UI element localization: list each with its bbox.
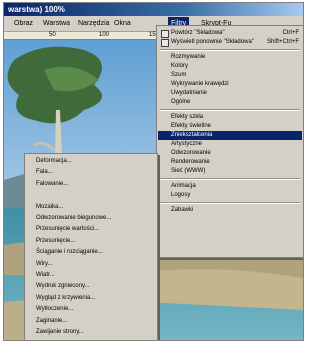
filters-menu: Powtórz "Składowa" Ctrl+F Wyświetl ponowni…	[156, 25, 303, 258]
menu-item-label: Szum	[171, 72, 187, 78]
distorts-item-wiatr[interactable]: Wiatr...	[26, 271, 166, 280]
menu-item-label: Efekty świetlne	[171, 123, 212, 129]
distorts-item-wiry[interactable]: Wiry...	[26, 260, 166, 269]
filter-icon	[161, 39, 169, 47]
filters-item-powtorz-sk-adowa[interactable]: Powtórz "Składowa" Ctrl+F	[158, 29, 302, 38]
filters-item-renderowanie[interactable]: Renderowanie	[158, 158, 302, 167]
menu-item-label: Odwzorowanie	[171, 150, 211, 156]
menu-item-label: Uwydatnianie	[171, 90, 208, 96]
filters-item-logosy[interactable]: Logosy	[158, 191, 302, 200]
menu-item-label: Powtórz "Składowa"	[171, 30, 225, 36]
menu-item-label: Zabawki	[171, 207, 194, 213]
menu-item-label: Wyświetl ponownie "Składowa"	[171, 39, 254, 45]
distorts-item-przesuniecie[interactable]: Przesunięcie...	[26, 237, 166, 246]
menu-separator	[160, 202, 300, 204]
distorts-item-mozaika[interactable]: Mozaika...	[26, 203, 166, 212]
distorts-item-disabled	[26, 191, 166, 200]
filters-item-odwzorowanie[interactable]: Odwzorowanie	[158, 149, 302, 158]
filter-icon	[161, 30, 169, 38]
filters-item-ogolne[interactable]: Ogólne	[158, 98, 302, 107]
menu-separator	[160, 49, 300, 51]
menu-item-label: Animacja	[171, 183, 196, 189]
distorts-item-falowanie[interactable]: Falowanie...	[26, 180, 166, 189]
filters-item-siec-www[interactable]: Sieć (WWW)	[158, 167, 302, 176]
window-title: warstwa) 100%	[8, 5, 65, 14]
distorts-item-sciaganie-i-rozciaganie[interactable]: Ściąganie i rozciąganie...	[26, 248, 166, 257]
filters-item-szum[interactable]: Szum	[158, 71, 302, 80]
menu-item-label: Rozmywanie	[171, 54, 206, 60]
menu-item-label: Sieć (WWW)	[171, 168, 206, 174]
ruler-tick: 100	[99, 32, 110, 38]
distorts-item-przesuniecie-wartosci[interactable]: Przesunięcie wartości...	[26, 225, 166, 234]
menu-warstwa[interactable]: Warstwa	[41, 17, 71, 31]
menu-item-label: Kolory	[171, 63, 189, 69]
distorts-item-deformacja[interactable]: Deformacja...	[26, 157, 166, 166]
filters-item-kolory[interactable]: Kolory	[158, 62, 302, 71]
ruler-tick: 50	[49, 32, 56, 38]
menu-item-label: Renderowanie	[171, 159, 210, 165]
menu-item-label: Efekty szkła	[171, 114, 204, 120]
filters-item-zabawki[interactable]: Zabawki	[158, 206, 302, 215]
menu-separator	[160, 178, 300, 180]
menu-item-label: Zniekształcenia	[171, 132, 213, 138]
title-bar[interactable]: warstwa) 100%	[4, 3, 303, 16]
distorts-item-zawijanie-strony[interactable]: Zawijanie strony...	[26, 328, 166, 337]
menu-item-label: Ogólne	[171, 99, 191, 105]
filters-item-animacja[interactable]: Animacja	[158, 182, 302, 191]
distorts-item-zaginanie[interactable]: Zaginanie...	[26, 317, 166, 326]
menu-item-shortcut: Shift+Ctrl+F	[266, 39, 299, 45]
distorts-item-odwzorowanie-biegunowe[interactable]: Odwzorowanie biegunowe...	[26, 214, 166, 223]
menu-separator	[160, 109, 300, 111]
filters-item-uwydatnianie[interactable]: Uwydatnianie	[158, 89, 302, 98]
distorts-submenu: Deformacja... Fala... Falowanie... Mozaika.…	[24, 153, 158, 340]
distorts-item-fala[interactable]: Fala...	[26, 168, 166, 177]
distorts-item-wydruk-zgniecony[interactable]: Wydruk zgniecony...	[26, 282, 166, 291]
distorts-item-wyglad-z-krzywienia[interactable]: Wygląd z krzywienia...	[26, 294, 166, 303]
filters-item-wyswietl-ponownie-sk-adowa[interactable]: Wyświetl ponownie "Składowa" Shift+Ctrl+F	[158, 38, 302, 47]
menu-item-label: Artystyczne	[171, 141, 203, 147]
menu-item-label: Wykrywanie krawędzi	[171, 81, 229, 87]
filters-item-efekty-szk-a[interactable]: Efekty szkła	[158, 113, 302, 122]
filters-item-rozmywanie[interactable]: Rozmywanie	[158, 53, 302, 62]
filters-item-zniekszta-cenia[interactable]: Zniekształcenia	[158, 131, 302, 140]
filters-item-efekty-swietlne[interactable]: Efekty świetlne	[158, 122, 302, 131]
filters-item-artystyczne[interactable]: Artystyczne	[158, 140, 302, 149]
menu-item-label: Logosy	[171, 192, 191, 198]
filters-item-wykrywanie-krawedzi[interactable]: Wykrywanie krawędzi	[158, 80, 302, 89]
menu-narzedzia[interactable]: Narzędzia	[76, 17, 110, 31]
distorts-item-wyt-oczenie[interactable]: Wytłoczenie...	[26, 305, 166, 314]
menu-obraz[interactable]: Obraz	[12, 17, 36, 31]
image-window: warstwa) 100% Obraz Warstwa Narzędzia Ok…	[3, 2, 304, 341]
menu-item-shortcut: Ctrl+F	[282, 30, 300, 36]
